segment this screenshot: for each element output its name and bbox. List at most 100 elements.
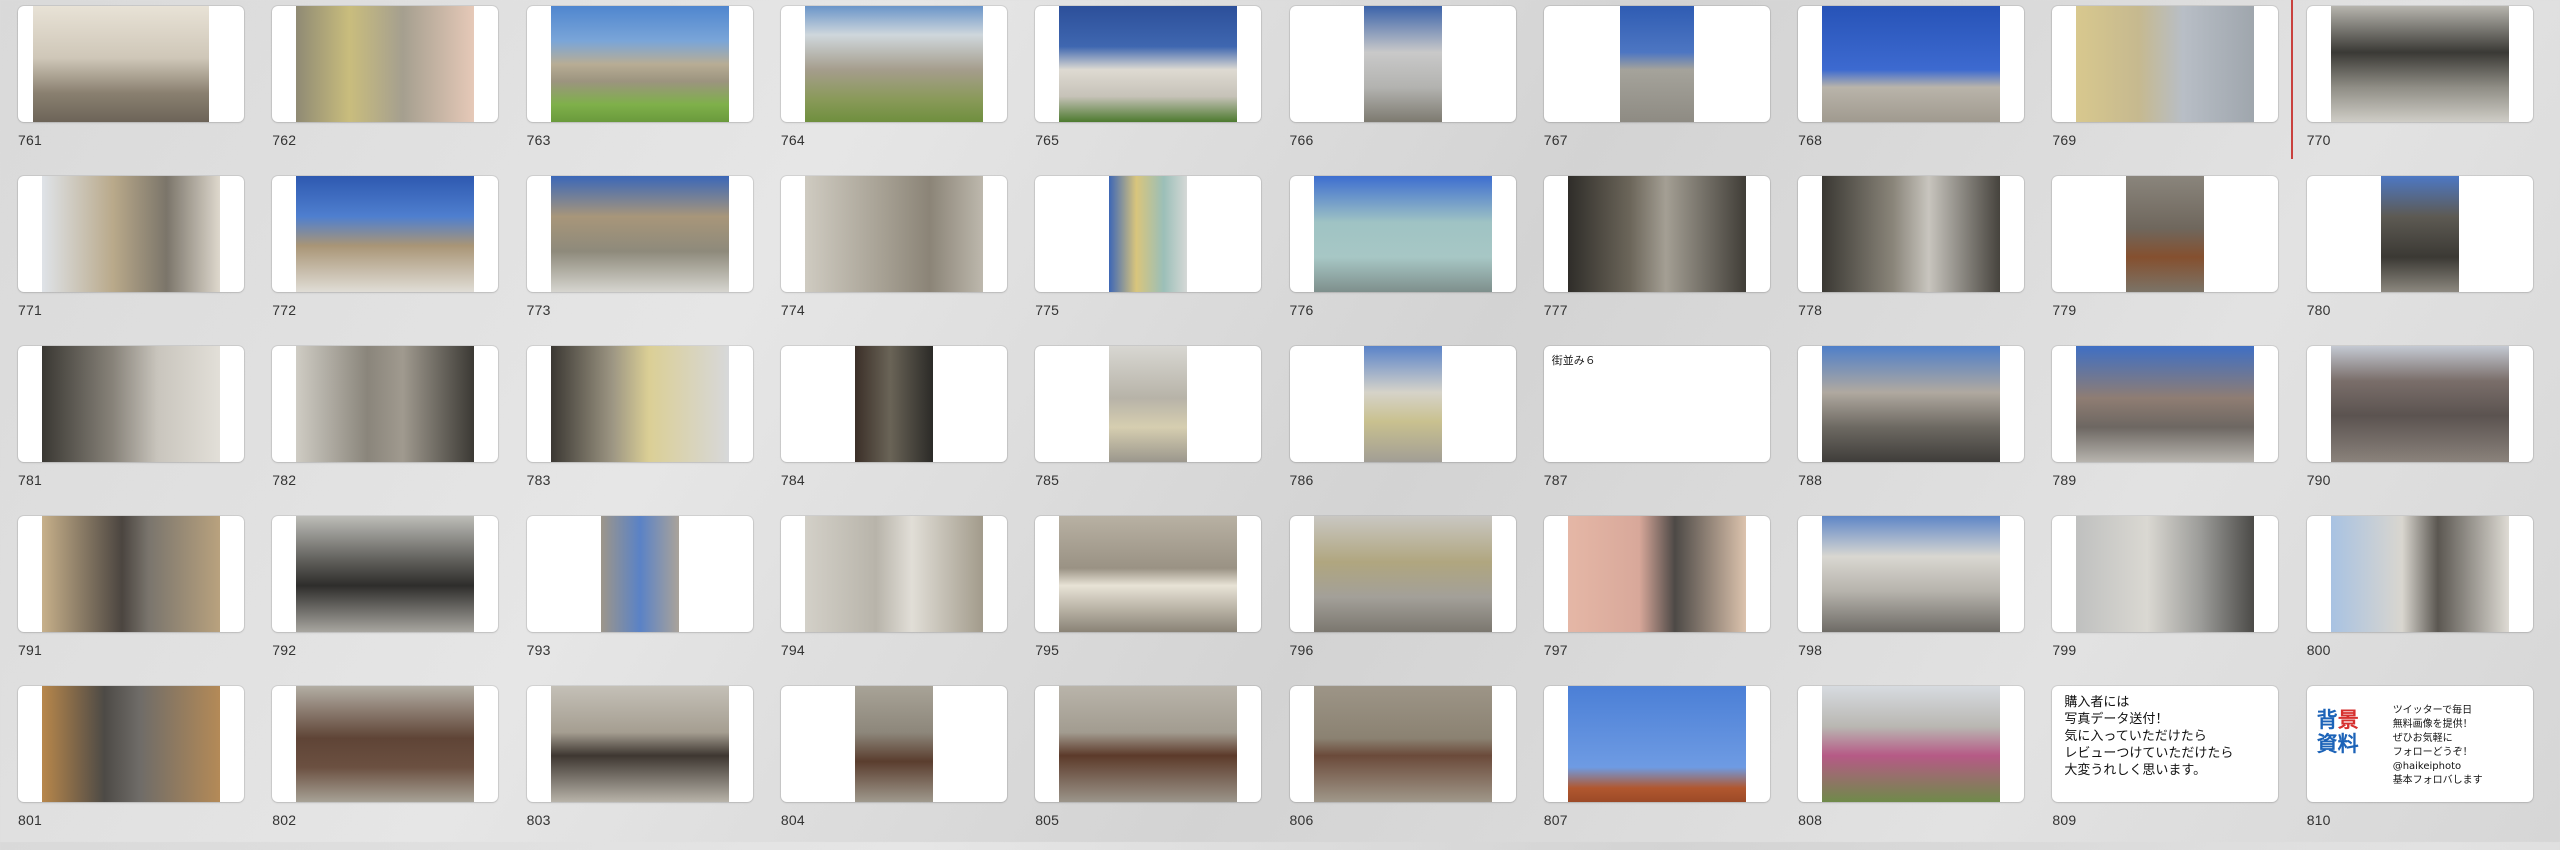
thumbnail-card[interactable] bbox=[780, 346, 1007, 462]
thumbnail-card[interactable] bbox=[272, 346, 499, 462]
thumbnail-item[interactable]: 790 bbox=[2289, 340, 2544, 510]
thumbnail-item[interactable]: 772 bbox=[254, 170, 509, 340]
thumbnail-card[interactable] bbox=[1798, 346, 2025, 462]
thumbnail-card[interactable] bbox=[1289, 346, 1516, 462]
thumbnail-card[interactable] bbox=[780, 686, 1007, 802]
thumbnail-item[interactable]: 購入者には 写真データ送付！ 気に入っていただけたら レビューつけていただけたら… bbox=[2034, 680, 2289, 850]
thumbnail-card[interactable] bbox=[2052, 346, 2279, 462]
thumbnail-card[interactable] bbox=[1289, 6, 1516, 122]
thumbnail-item[interactable]: 784 bbox=[763, 340, 1018, 510]
thumbnail-card[interactable] bbox=[18, 516, 244, 632]
thumbnail-card[interactable] bbox=[272, 686, 499, 802]
thumbnail-card[interactable] bbox=[272, 176, 499, 292]
thumbnail-item[interactable]: 782 bbox=[254, 340, 509, 510]
thumbnail-item[interactable]: 789 bbox=[2034, 340, 2289, 510]
thumbnail-item[interactable]: 街並み６ 787 bbox=[1526, 340, 1781, 510]
thumbnail-item[interactable]: 780 bbox=[2289, 170, 2544, 340]
thumbnail-card[interactable] bbox=[1035, 346, 1262, 462]
thumbnail-item[interactable]: 774 bbox=[763, 170, 1018, 340]
thumbnail-item[interactable]: 793 bbox=[509, 510, 764, 680]
thumbnail-card[interactable] bbox=[2306, 346, 2533, 462]
thumbnail-card[interactable] bbox=[272, 516, 499, 632]
thumbnail-item[interactable]: 771 bbox=[0, 170, 255, 340]
thumbnail-card[interactable] bbox=[18, 346, 244, 462]
thumbnail-item[interactable]: 802 bbox=[254, 680, 509, 850]
thumbnail-card[interactable] bbox=[526, 686, 753, 802]
thumbnail-item[interactable]: 788 bbox=[1780, 340, 2035, 510]
thumbnail-card[interactable] bbox=[1543, 686, 1770, 802]
thumbnail-card[interactable] bbox=[1798, 686, 2025, 802]
thumbnail-card[interactable]: 背景 資料 ツイッターで毎日 無料画像を提供！ ぜひお気軽に フォローどうぞ！ @h… bbox=[2306, 686, 2533, 802]
thumbnail-card[interactable] bbox=[18, 6, 244, 122]
thumbnail-card[interactable] bbox=[526, 6, 753, 122]
thumbnail-item[interactable]: 背景 資料 ツイッターで毎日 無料画像を提供！ ぜひお気軽に フォローどうぞ！ @h… bbox=[2289, 680, 2544, 850]
thumbnail-item[interactable]: 799 bbox=[2034, 510, 2289, 680]
thumbnail-item[interactable]: 773 bbox=[509, 170, 764, 340]
thumbnail-card[interactable] bbox=[1035, 686, 1262, 802]
thumbnail-card[interactable] bbox=[1035, 6, 1262, 122]
thumbnail-card[interactable] bbox=[780, 516, 1007, 632]
thumbnail-card[interactable] bbox=[780, 176, 1007, 292]
thumbnail-card[interactable] bbox=[1543, 516, 1770, 632]
thumbnail-item[interactable]: 786 bbox=[1272, 340, 1527, 510]
thumbnail-item[interactable]: 791 bbox=[0, 510, 255, 680]
thumbnail-item[interactable]: 801 bbox=[0, 680, 255, 850]
thumbnail-card[interactable] bbox=[1543, 176, 1770, 292]
thumbnail-item[interactable]: 808 bbox=[1780, 680, 2035, 850]
thumbnail-item[interactable]: 770 bbox=[2289, 0, 2544, 170]
thumbnail-card[interactable] bbox=[780, 6, 1007, 122]
thumbnail-card[interactable] bbox=[2052, 516, 2279, 632]
thumbnail-item[interactable]: 768 bbox=[1780, 0, 2035, 170]
thumbnail-item[interactable]: 783 bbox=[509, 340, 764, 510]
thumbnail-item[interactable]: 798 bbox=[1780, 510, 2035, 680]
thumbnail-item[interactable]: 766 bbox=[1272, 0, 1527, 170]
thumbnail-card[interactable] bbox=[526, 346, 753, 462]
thumbnail-item[interactable]: 762 bbox=[254, 0, 509, 170]
thumbnail-card[interactable] bbox=[2306, 176, 2533, 292]
thumbnail-item[interactable]: 807 bbox=[1526, 680, 1781, 850]
thumbnail-item[interactable]: 764 bbox=[763, 0, 1018, 170]
thumbnail-card[interactable] bbox=[2306, 516, 2533, 632]
thumbnail-card[interactable] bbox=[1035, 176, 1262, 292]
thumbnail-card[interactable] bbox=[1798, 6, 2025, 122]
thumbnail-item[interactable]: 785 bbox=[1017, 340, 1272, 510]
thumbnail-item[interactable]: 765 bbox=[1017, 0, 1272, 170]
thumbnail-item[interactable]: 796 bbox=[1272, 510, 1527, 680]
thumbnail-item[interactable]: 795 bbox=[1017, 510, 1272, 680]
thumbnail-card[interactable] bbox=[2052, 6, 2279, 122]
thumbnail-item[interactable]: 777 bbox=[1526, 170, 1781, 340]
thumbnail-card[interactable] bbox=[18, 686, 244, 802]
thumbnail-item[interactable]: 767 bbox=[1526, 0, 1781, 170]
thumbnail-item[interactable]: 781 bbox=[0, 340, 255, 510]
thumbnail-item[interactable]: 803 bbox=[509, 680, 764, 850]
thumbnail-card[interactable] bbox=[2052, 176, 2279, 292]
thumbnail-card[interactable] bbox=[1798, 176, 2025, 292]
thumbnail-item[interactable]: 800 bbox=[2289, 510, 2544, 680]
thumbnail-item[interactable]: 779 bbox=[2034, 170, 2289, 340]
thumbnail-item[interactable]: 792 bbox=[254, 510, 509, 680]
thumbnail-item[interactable]: 806 bbox=[1272, 680, 1527, 850]
thumbnail-item[interactable]: 778 bbox=[1780, 170, 2035, 340]
thumbnail-item[interactable]: 804 bbox=[763, 680, 1018, 850]
thumbnail-card[interactable] bbox=[1289, 686, 1516, 802]
thumbnail-item[interactable]: 775 bbox=[1017, 170, 1272, 340]
thumbnail-item[interactable]: 763 bbox=[509, 0, 764, 170]
thumbnail-card[interactable]: 購入者には 写真データ送付！ 気に入っていただけたら レビューつけていただけたら… bbox=[2052, 686, 2279, 802]
thumbnail-item[interactable]: 769 bbox=[2034, 0, 2289, 170]
thumbnail-card[interactable] bbox=[2306, 6, 2533, 122]
thumbnail-item[interactable]: 805 bbox=[1017, 680, 1272, 850]
thumbnail-card[interactable] bbox=[18, 176, 244, 292]
thumbnail-card[interactable] bbox=[1035, 516, 1262, 632]
thumbnail-item[interactable]: 761 bbox=[0, 0, 255, 170]
thumbnail-item[interactable]: 794 bbox=[763, 510, 1018, 680]
thumbnail-item[interactable]: 776 bbox=[1272, 170, 1527, 340]
thumbnail-card[interactable] bbox=[1798, 516, 2025, 632]
thumbnail-card[interactable] bbox=[1289, 176, 1516, 292]
thumbnail-card[interactable] bbox=[526, 516, 753, 632]
thumbnail-card[interactable] bbox=[526, 176, 753, 292]
thumbnail-card[interactable] bbox=[1289, 516, 1516, 632]
thumbnail-card[interactable]: 街並み６ bbox=[1543, 346, 1770, 462]
thumbnail-item[interactable]: 797 bbox=[1526, 510, 1781, 680]
thumbnail-card[interactable] bbox=[272, 6, 499, 122]
thumbnail-card[interactable] bbox=[1543, 6, 1770, 122]
